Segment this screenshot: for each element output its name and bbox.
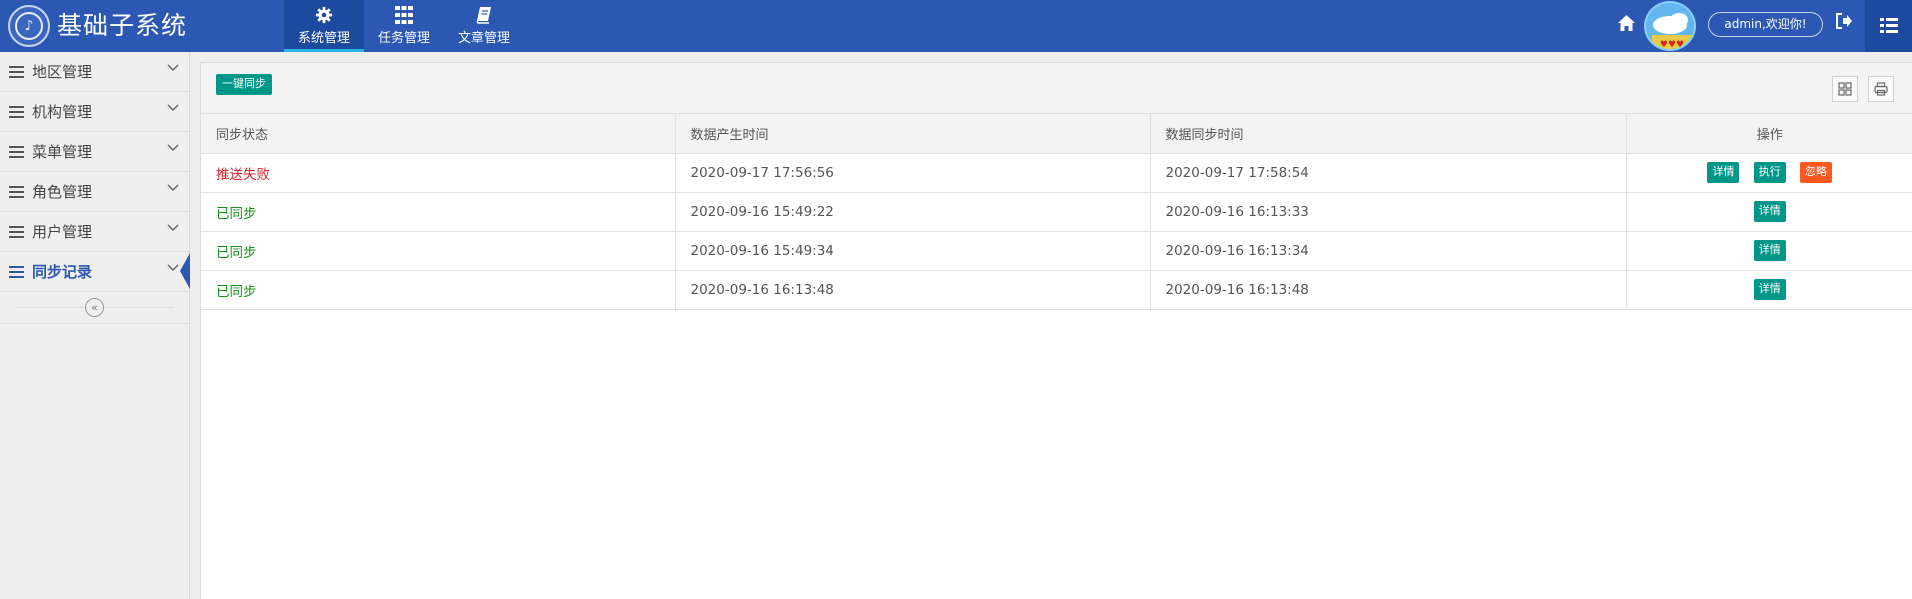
list-icon: [1879, 18, 1898, 33]
sidebar-item-label: 用户管理: [32, 223, 93, 241]
main-panel: 一键同步 同步状态 数据产生时间 数据同步时间 操作 推送失败 2020-09-…: [200, 62, 1912, 599]
table-row: 推送失败 2020-09-17 17:56:56 2020-09-17 17:5…: [201, 153, 1912, 193]
sidebar-item-user[interactable]: 用户管理: [0, 212, 189, 252]
sidebar-item-label: 角色管理: [32, 183, 93, 201]
avatar-image: ♥♥♥: [1646, 3, 1694, 50]
column-header-synced-time[interactable]: 数据同步时间: [1150, 114, 1627, 154]
synced-time: 2020-09-16 16:13:33: [1150, 192, 1627, 232]
detail-button[interactable]: 详情: [1753, 201, 1786, 222]
row-actions: 详情 执行 忽略: [1626, 153, 1912, 193]
sync-record-table: 同步状态 数据产生时间 数据同步时间 操作 推送失败 2020-09-17 17…: [201, 114, 1912, 310]
user-greeting[interactable]: admin,欢迎你!: [1708, 12, 1823, 37]
table-row: 已同步 2020-09-16 16:13:48 2020-09-16 16:13…: [201, 270, 1912, 310]
nav-tab-task-management[interactable]: 任务管理: [364, 0, 444, 52]
sidebar: 地区管理 机构管理 菜单管理 角色管理 用户管理 同步记录 «: [0, 52, 190, 599]
sync-status: 推送失败: [201, 153, 676, 193]
sidebar-item-label: 同步记录: [32, 263, 93, 281]
sidebar-collapse-row: «: [0, 292, 189, 324]
chevron-down-icon: [167, 144, 179, 152]
sidebar-item-label: 地区管理: [32, 63, 93, 81]
nav-label: 文章管理: [457, 31, 510, 46]
sidebar-item-region[interactable]: 地区管理: [0, 52, 189, 92]
book-icon: [476, 7, 491, 24]
chevron-down-icon: [167, 104, 179, 112]
synced-time: 2020-09-17 17:58:54: [1150, 153, 1627, 193]
print-icon: [1874, 82, 1888, 96]
nav-tab-article-management[interactable]: 文章管理: [444, 0, 524, 52]
detail-button[interactable]: 详情: [1753, 279, 1786, 300]
home-icon[interactable]: [1617, 14, 1636, 32]
sidebar-item-label: 菜单管理: [32, 143, 93, 161]
column-header-created-time[interactable]: 数据产生时间: [675, 114, 1151, 154]
execute-button[interactable]: 执行: [1753, 162, 1786, 183]
row-actions: 详情: [1626, 270, 1912, 310]
detail-button[interactable]: 详情: [1707, 162, 1740, 183]
sidebar-item-label: 机构管理: [32, 103, 93, 121]
collapse-sidebar-button[interactable]: «: [85, 298, 104, 317]
sync-status: 已同步: [201, 231, 676, 271]
table-header-row: 同步状态 数据产生时间 数据同步时间 操作: [201, 114, 1912, 154]
print-button[interactable]: [1868, 76, 1894, 102]
nav-label: 系统管理: [297, 31, 350, 46]
grid-icon: [395, 6, 413, 24]
chevron-down-icon: [167, 64, 179, 72]
avatar[interactable]: ♥♥♥: [1644, 1, 1696, 51]
app-title: 基础子系统: [57, 11, 188, 40]
sidebar-item-role[interactable]: 角色管理: [0, 172, 189, 212]
chevron-down-icon: [167, 224, 179, 232]
table-row: 已同步 2020-09-16 15:49:34 2020-09-16 16:13…: [201, 231, 1912, 271]
column-filter-button[interactable]: [1832, 76, 1858, 102]
row-actions: 详情: [1626, 192, 1912, 232]
created-time: 2020-09-17 17:56:56: [675, 153, 1151, 193]
column-header-operations: 操作: [1626, 114, 1912, 154]
svg-text:♥♥♥: ♥♥♥: [1660, 40, 1684, 50]
sidebar-item-sync-record[interactable]: 同步记录: [0, 252, 190, 292]
gear-icon: [315, 6, 333, 24]
logout-icon[interactable]: [1835, 13, 1853, 29]
top-header: ♪ 基础子系统 系统管理 任务管理 文章管理 ♥♥♥ admin,欢迎你!: [0, 0, 1912, 52]
nav-tab-system-management[interactable]: 系统管理: [284, 0, 364, 52]
synced-time: 2020-09-16 16:13:48: [1150, 270, 1627, 310]
menu-lines-icon: [9, 145, 24, 158]
ignore-button[interactable]: 忽略: [1800, 162, 1833, 183]
sync-status: 已同步: [201, 270, 676, 310]
created-time: 2020-09-16 15:49:22: [675, 192, 1151, 232]
sync-all-button[interactable]: 一键同步: [216, 74, 272, 95]
active-indicator: [180, 253, 190, 289]
sidebar-item-menu[interactable]: 菜单管理: [0, 132, 189, 172]
nav-label: 任务管理: [377, 31, 430, 46]
app-logo: ♪: [8, 5, 50, 47]
menu-lines-icon: [9, 265, 24, 278]
created-time: 2020-09-16 15:49:34: [675, 231, 1151, 271]
menu-lines-icon: [9, 225, 24, 238]
column-header-sync-status[interactable]: 同步状态: [201, 114, 676, 154]
columns-icon: [1838, 82, 1852, 96]
sync-status: 已同步: [201, 192, 676, 232]
menu-lines-icon: [9, 105, 24, 118]
sidebar-item-organization[interactable]: 机构管理: [0, 92, 189, 132]
menu-lines-icon: [9, 65, 24, 78]
created-time: 2020-09-16 16:13:48: [675, 270, 1151, 310]
row-actions: 详情: [1626, 231, 1912, 271]
detail-button[interactable]: 详情: [1753, 240, 1786, 261]
chevron-down-icon: [167, 264, 179, 272]
table-toolbar: 一键同步: [201, 63, 1912, 114]
synced-time: 2020-09-16 16:13:34: [1150, 231, 1627, 271]
chevron-down-icon: [167, 184, 179, 192]
table-row: 已同步 2020-09-16 15:49:22 2020-09-16 16:13…: [201, 192, 1912, 232]
menu-toggle-button[interactable]: [1865, 0, 1912, 52]
menu-lines-icon: [9, 185, 24, 198]
